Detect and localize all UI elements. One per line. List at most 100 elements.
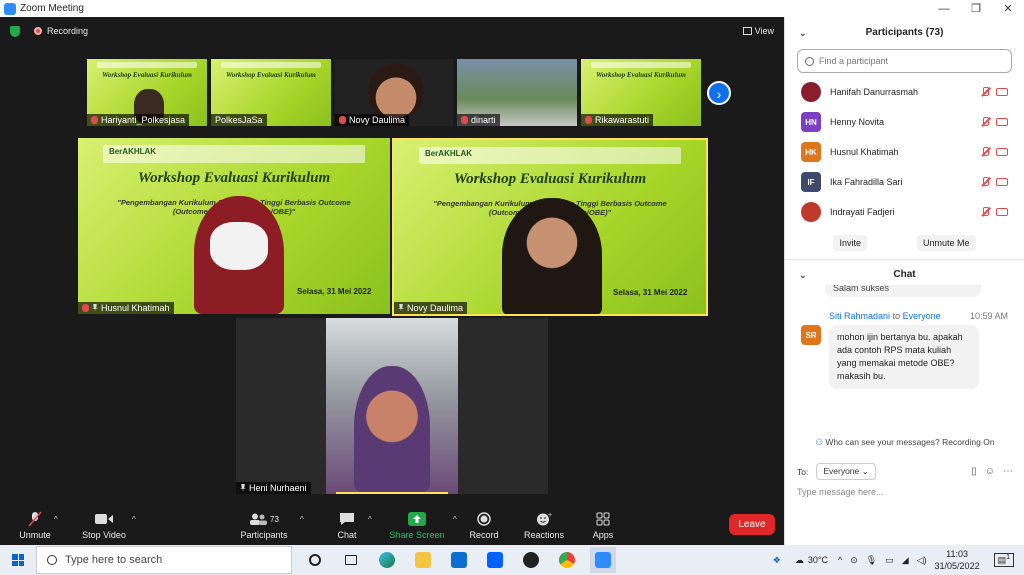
mail-icon[interactable] (446, 547, 472, 573)
participant-name: Ika Fahradilla Sari (830, 177, 903, 187)
participant-name-label: Novy Daulima (394, 302, 468, 314)
participants-options-caret-icon[interactable]: ^ (300, 515, 304, 524)
participant-row[interactable]: IF Ika Fahradilla Sari (785, 167, 1024, 197)
search-icon (47, 555, 57, 565)
participant-row[interactable]: Hanifah Danurrasmah (785, 77, 1024, 107)
mic-muted-icon (980, 207, 990, 217)
cortana-icon[interactable] (302, 547, 328, 573)
video-strip: Workshop Evaluasi Kurikulum Hariyanti_Po… (87, 59, 701, 126)
chat-bubble-icon (340, 513, 354, 525)
grid-view-icon (742, 27, 752, 35)
apps-grid-icon (596, 512, 610, 526)
chat-message: Siti Rahmadani to Everyone 10:59 AM SR m… (785, 311, 1024, 389)
video-thumb[interactable]: Workshop Evaluasi Kurikulum PolkesJaSa (211, 59, 331, 126)
dropbox-icon[interactable] (482, 547, 508, 573)
battery-icon[interactable]: ▭ (885, 555, 894, 566)
chat-options-caret-icon[interactable]: ^ (368, 515, 372, 524)
collapse-chevron-icon[interactable]: ⌄ (799, 17, 807, 49)
collapse-chevron-icon[interactable]: ⌄ (799, 260, 807, 290)
speaking-indicator (336, 492, 448, 494)
recorder-app-icon[interactable] (518, 547, 544, 573)
video-thumb[interactable]: Workshop Evaluasi Kurikulum Rikawarastut… (581, 59, 701, 126)
help-icon[interactable]: ❖ (773, 555, 781, 566)
leave-button[interactable]: Leave (729, 514, 775, 535)
participant-name-label: Novy Daulima (335, 114, 410, 126)
audio-options-caret-icon[interactable]: ^ (54, 515, 58, 524)
sender-name[interactable]: Siti Rahmadani (829, 311, 890, 321)
video-tile[interactable]: Heni Nurhaeni (236, 318, 548, 494)
slide-title: Workshop Evaluasi Kurikulum (137, 169, 331, 186)
video-off-icon (996, 208, 1008, 216)
participants-button[interactable]: 73 Participants (229, 511, 299, 540)
participants-icon (250, 513, 268, 525)
participants-title: Participants (73) (865, 27, 944, 38)
mic-muted-icon (980, 87, 990, 97)
recipient-select[interactable]: Everyone ⌄ (816, 463, 876, 480)
video-thumb[interactable]: Workshop Evaluasi Kurikulum Hariyanti_Po… (87, 59, 207, 126)
chat-header: ⌄ Chat (785, 259, 1024, 289)
participant-name-label: Heni Nurhaeni (236, 482, 311, 494)
minimize-button[interactable]: — (928, 3, 960, 15)
view-button[interactable]: View (742, 26, 774, 36)
notifications-icon[interactable]: ▤1 (993, 553, 1014, 567)
privacy-notice[interactable]: ⚇ Who can see your messages? Recording O… (785, 437, 1024, 448)
video-tile[interactable]: BerAKHLAK Workshop Evaluasi Kurikulum "P… (78, 138, 390, 314)
unmute-me-button[interactable]: Unmute Me (916, 235, 976, 251)
mic-muted-icon (28, 511, 42, 527)
emoji-icon[interactable]: ☺ (985, 466, 995, 477)
system-clock[interactable]: 11:03 31/05/2022 (935, 548, 980, 572)
active-speaker-tile[interactable]: BerAKHLAK Workshop Evaluasi Kurikulum "P… (392, 138, 708, 316)
video-thumb[interactable]: Novy Daulima (335, 59, 453, 126)
windows-start-icon[interactable] (12, 554, 24, 566)
security-shield-icon[interactable] (10, 25, 20, 37)
participant-row[interactable]: Indrayati Fadjeri (785, 197, 1024, 227)
participant-row[interactable]: HK Husnul Khatimah (785, 137, 1024, 167)
file-icon[interactable]: ▯ (971, 466, 977, 477)
zoom-app-icon (4, 2, 16, 15)
windows-taskbar: Type here to search ❖ ☁ 30°C ^ ⊙ 🎙︎ ▭ ◢ … (0, 545, 1024, 575)
clock-date: 31/05/2022 (934, 561, 980, 571)
avatar: HN (801, 112, 821, 132)
mic-muted-icon (980, 117, 990, 127)
unmute-label: Unmute (19, 530, 51, 540)
show-hidden-icons-icon[interactable]: ^ (838, 555, 842, 565)
recipient-name: Everyone (902, 311, 941, 321)
maximize-button[interactable]: ❐ (960, 2, 992, 15)
video-options-caret-icon[interactable]: ^ (132, 515, 136, 524)
tray-app-icon[interactable]: ⊙ (850, 555, 858, 566)
stop-video-button[interactable]: Stop Video (69, 511, 139, 540)
next-page-chevron-icon[interactable]: › (707, 81, 731, 105)
avatar: IF (801, 172, 821, 192)
network-icon[interactable]: ◢ (902, 555, 909, 566)
weather-cloud-icon: ☁ (794, 554, 804, 565)
share-screen-label: Share Screen (389, 530, 445, 540)
window-titlebar: Zoom Meeting — ❐ ✕ (0, 0, 1024, 17)
meeting-area: Recording View Workshop Evaluasi Kurikul… (0, 17, 784, 545)
task-view-icon[interactable] (338, 547, 364, 573)
file-explorer-icon[interactable] (410, 547, 436, 573)
record-icon (477, 512, 491, 526)
participant-name: Heni Nurhaeni (249, 483, 307, 493)
share-screen-button[interactable]: Share Screen (382, 511, 452, 540)
message-time: 10:59 AM (969, 311, 1008, 321)
temperature[interactable]: 30°C (808, 555, 828, 565)
video-thumb[interactable]: dinarti (457, 59, 577, 126)
view-label: View (754, 26, 774, 36)
edge-browser-icon[interactable] (374, 547, 400, 573)
slide-brand: BerAKHLAK (418, 146, 682, 165)
participants-count: 73 (270, 514, 279, 524)
invite-button[interactable]: Invite (833, 235, 867, 251)
participant-search-input[interactable]: Find a participant (797, 49, 1012, 73)
reactions-label: Reactions (523, 530, 565, 540)
chrome-icon[interactable] (554, 547, 580, 573)
close-button[interactable]: ✕ (992, 2, 1024, 15)
apps-button[interactable]: Apps (568, 511, 638, 540)
taskbar-search-input[interactable]: Type here to search (36, 546, 292, 574)
volume-icon[interactable]: ◁) (917, 555, 927, 566)
unmute-button[interactable]: Unmute (0, 511, 70, 540)
more-options-icon[interactable]: ⋯ (1003, 466, 1013, 477)
zoom-taskbar-icon[interactable] (590, 547, 616, 573)
chat-message-input[interactable]: Type message here... (797, 487, 884, 497)
participant-row[interactable]: HN Henny Novita (785, 107, 1024, 137)
microphone-icon[interactable]: 🎙︎ (866, 555, 877, 566)
